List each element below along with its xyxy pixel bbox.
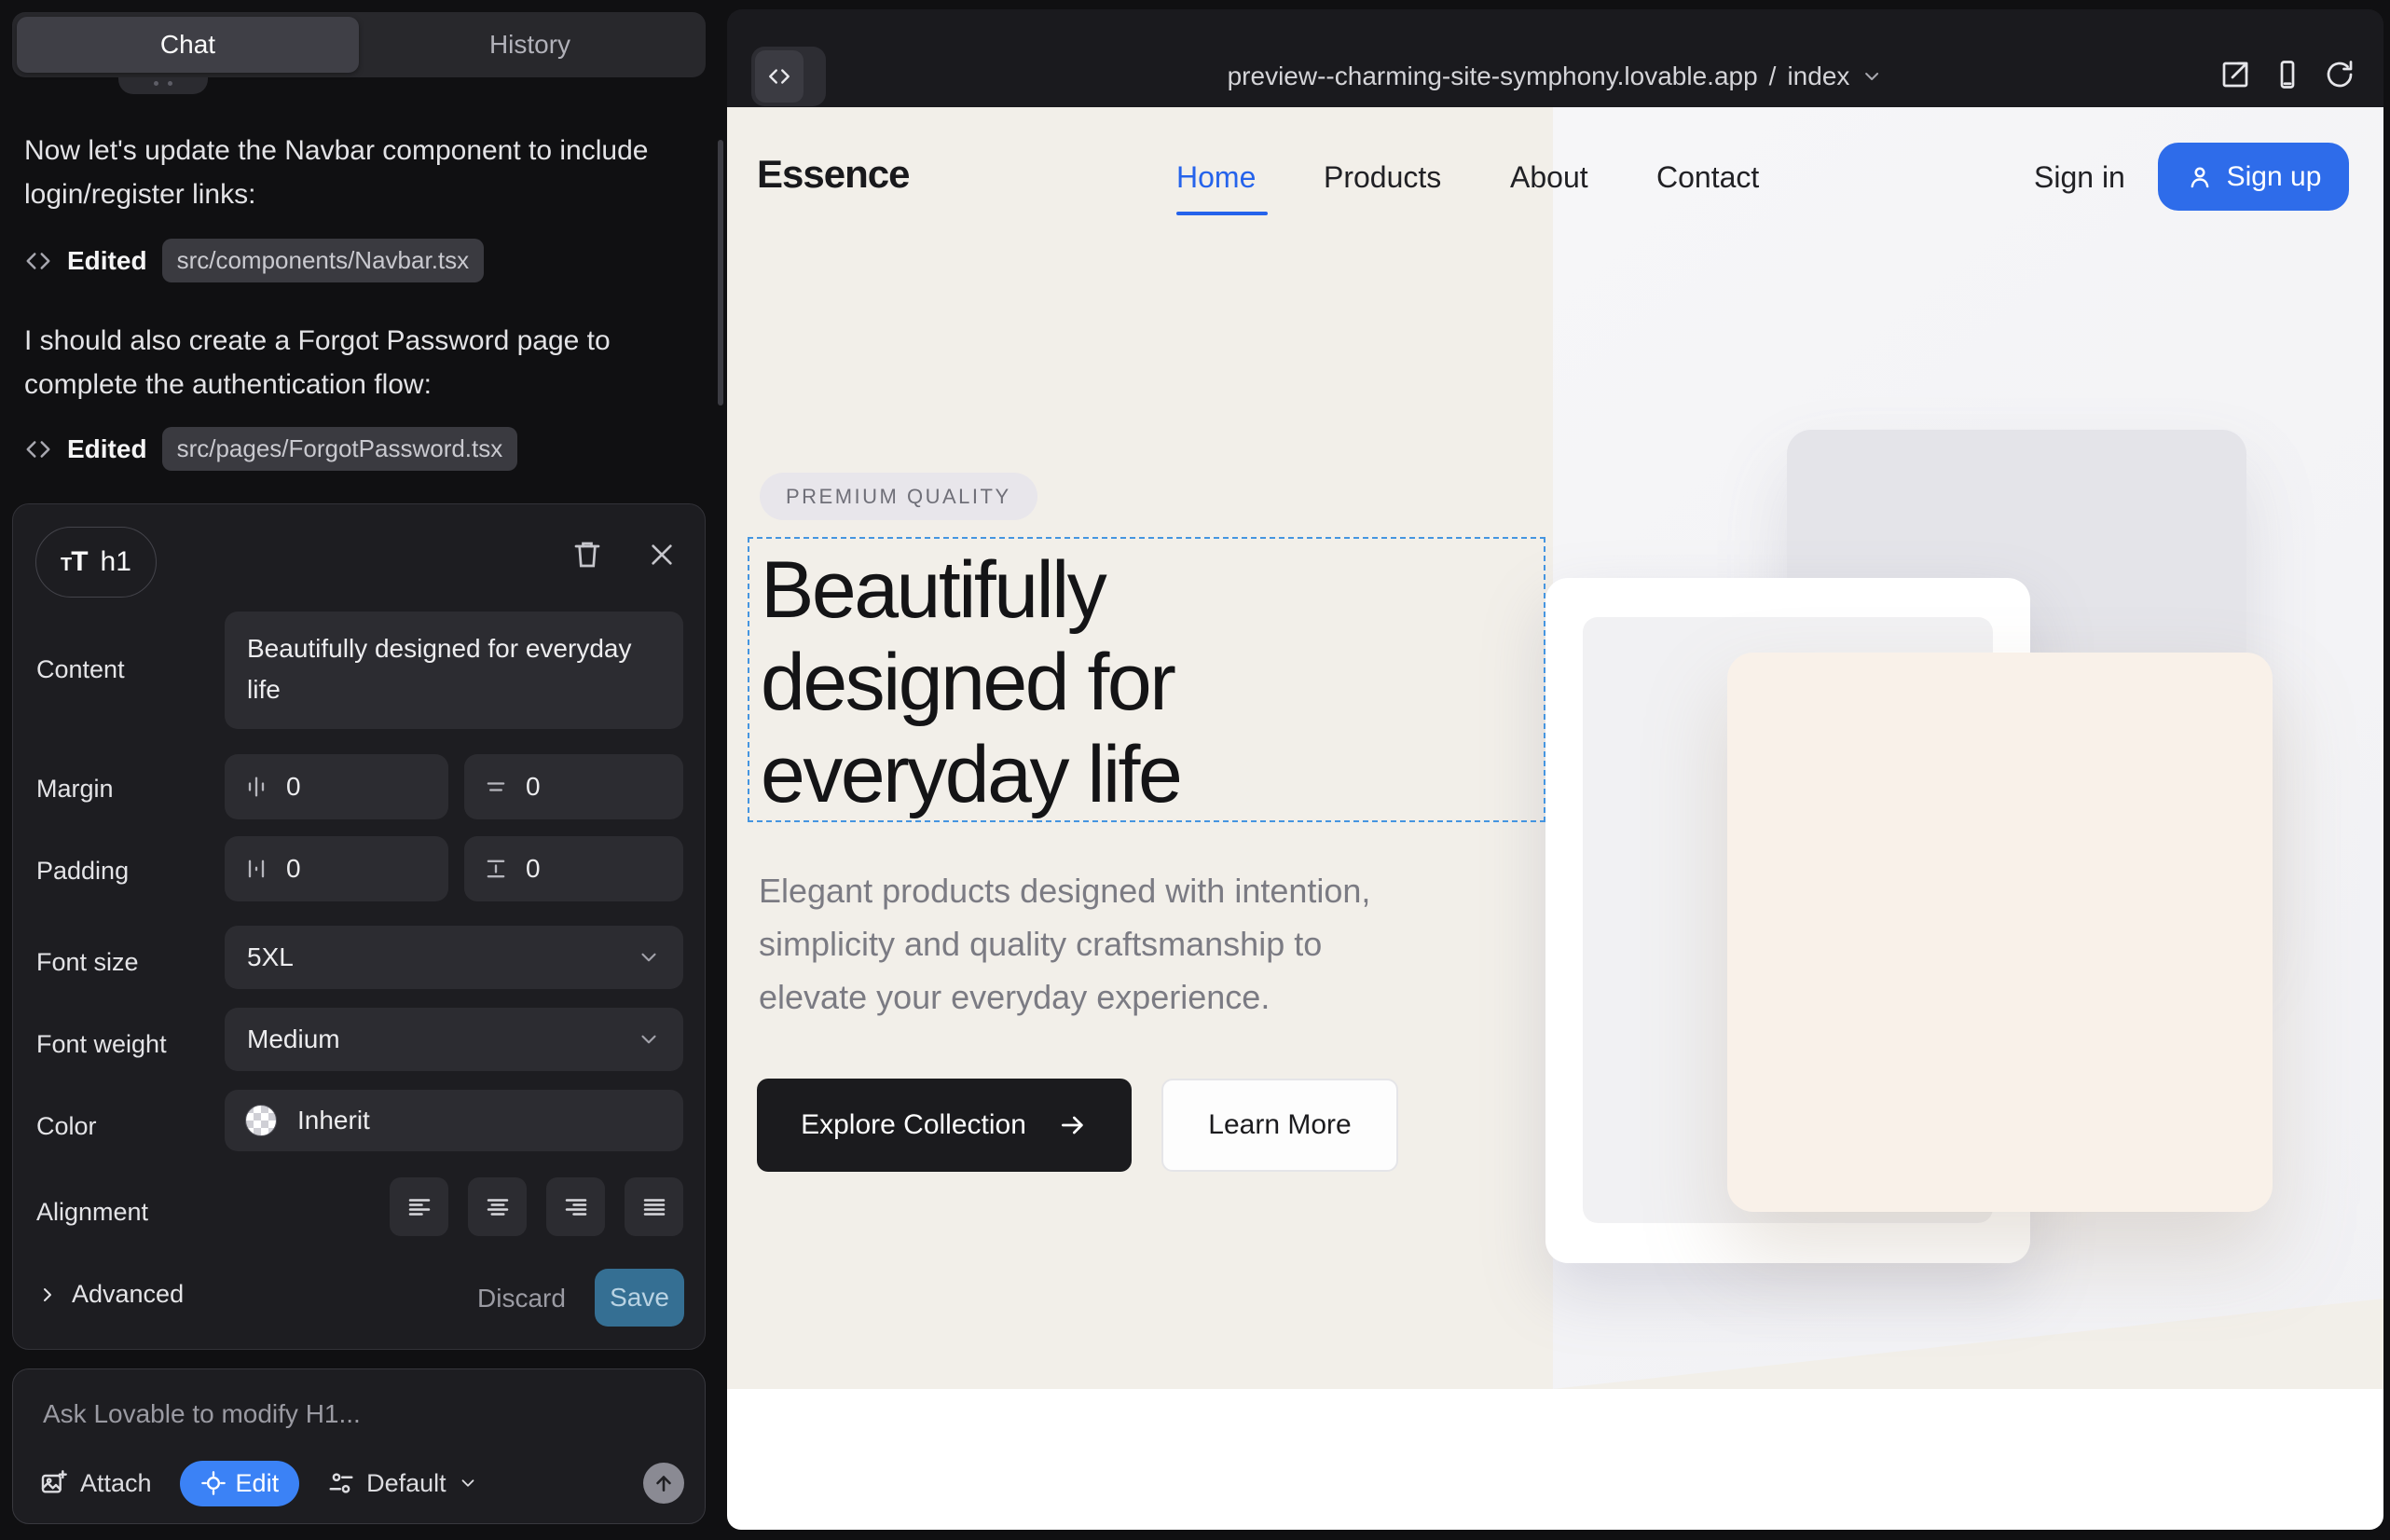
margin-horizontal-icon	[243, 774, 269, 800]
chat-message: I should also create a Forgot Password p…	[24, 319, 682, 406]
font-weight-field-label: Font weight	[36, 1030, 167, 1059]
advanced-toggle[interactable]: Advanced	[36, 1280, 184, 1309]
decor-card-front	[1727, 653, 2273, 1212]
align-center-button[interactable]	[468, 1177, 527, 1236]
alignment-field-label: Alignment	[36, 1198, 148, 1227]
edit-mode-chip[interactable]: Edit	[180, 1461, 300, 1506]
attach-button[interactable]: Attach	[39, 1468, 152, 1498]
chevron-down-icon	[637, 1027, 661, 1052]
chevron-down-icon	[458, 1473, 478, 1493]
color-field-label: Color	[36, 1112, 97, 1141]
content-field[interactable]: Beautifully designed for everyday life	[225, 612, 683, 729]
site-preview: Essence Home Products About Contact Sign…	[727, 107, 2383, 1530]
sign-in-link[interactable]: Sign in	[2034, 160, 2125, 195]
font-weight-select[interactable]: Medium	[225, 1008, 683, 1071]
hero-heading: Beautifully designed for everyday life	[749, 539, 1544, 821]
padding-horizontal-icon	[243, 856, 269, 882]
target-icon	[200, 1470, 227, 1496]
alignment-button-group	[390, 1177, 683, 1236]
nav-link-home[interactable]: Home	[1176, 160, 1256, 195]
nav-link-contact[interactable]: Contact	[1656, 160, 1759, 195]
margin-y-input[interactable]: 0	[464, 754, 683, 819]
hero-description: Elegant products designed with intention…	[759, 864, 1370, 1024]
site-navbar: Essence Home Products About Contact Sign…	[727, 152, 2383, 227]
preview-browser-pane: preview--charming-site-symphony.lovable.…	[727, 9, 2383, 1530]
mobile-preview-icon[interactable]	[2271, 58, 2304, 91]
sign-up-button[interactable]: Sign up	[2158, 143, 2349, 211]
margin-field-label: Margin	[36, 775, 114, 804]
refresh-icon[interactable]	[2323, 58, 2356, 91]
preview-url-selector[interactable]: preview--charming-site-symphony.lovable.…	[1228, 47, 1884, 106]
nav-link-about[interactable]: About	[1510, 160, 1588, 195]
preview-url: preview--charming-site-symphony.lovable.…	[1228, 62, 1758, 91]
premium-quality-badge: PREMIUM QUALITY	[760, 473, 1037, 520]
element-inspector-panel: TT h1 Content Beautifully designed for e…	[12, 503, 706, 1350]
chevron-down-icon	[637, 945, 661, 969]
close-panel-icon[interactable]	[647, 540, 677, 570]
chevron-down-icon	[1861, 65, 1883, 88]
arrow-up-icon	[652, 1471, 676, 1495]
tab-history[interactable]: History	[359, 17, 701, 73]
prompt-input[interactable]: Ask Lovable to modify H1...	[43, 1399, 361, 1429]
composer-toolbar: Attach Edit Default	[39, 1459, 684, 1507]
open-in-new-tab-icon[interactable]	[2218, 58, 2252, 91]
code-icon	[24, 435, 52, 463]
align-left-button[interactable]	[390, 1177, 448, 1236]
edited-file-pill[interactable]: src/components/Navbar.tsx	[162, 239, 485, 282]
margin-vertical-icon	[483, 774, 509, 800]
prompt-composer: Ask Lovable to modify H1... Attach Edit …	[12, 1368, 706, 1524]
sliders-icon	[327, 1469, 355, 1497]
edited-file-pill[interactable]: src/pages/ForgotPassword.tsx	[162, 427, 518, 471]
learn-more-button[interactable]: Learn More	[1161, 1079, 1398, 1172]
arrow-right-icon	[1058, 1110, 1088, 1140]
collapsed-message-pill	[118, 77, 208, 94]
nav-link-products[interactable]: Products	[1324, 160, 1441, 195]
delete-element-button[interactable]	[570, 538, 604, 571]
code-icon	[755, 50, 804, 103]
edited-label: Edited	[67, 246, 147, 276]
hero-section: Essence Home Products About Contact Sign…	[727, 107, 2383, 1389]
tab-chat[interactable]: Chat	[17, 17, 359, 73]
edited-label: Edited	[67, 434, 147, 464]
font-size-field-label: Font size	[36, 948, 139, 977]
type-icon: TT	[61, 546, 88, 578]
edited-file-row: Edited src/pages/ForgotPassword.tsx	[24, 427, 517, 471]
url-path-separator: /	[1769, 62, 1777, 91]
padding-x-input[interactable]: 0	[225, 836, 448, 901]
padding-field-label: Padding	[36, 857, 129, 886]
image-plus-icon	[39, 1468, 69, 1498]
font-size-select[interactable]: 5XL	[225, 926, 683, 989]
align-justify-button[interactable]	[625, 1177, 683, 1236]
send-button[interactable]	[643, 1463, 684, 1504]
element-tag: h1	[101, 546, 131, 578]
site-logo[interactable]: Essence	[757, 152, 909, 197]
edited-file-row: Edited src/components/Navbar.tsx	[24, 239, 484, 282]
padding-vertical-icon	[483, 856, 509, 882]
selected-h1-element[interactable]: Beautifully designed for everyday life	[748, 537, 1545, 822]
code-view-toggle[interactable]	[751, 47, 826, 106]
user-icon	[2186, 163, 2214, 191]
transparent-color-swatch	[245, 1105, 277, 1136]
selected-element-chip[interactable]: TT h1	[35, 527, 157, 598]
mode-select[interactable]: Default	[327, 1469, 478, 1498]
explore-collection-button[interactable]: Explore Collection	[757, 1079, 1132, 1172]
content-field-label: Content	[36, 655, 125, 684]
discard-button[interactable]: Discard	[477, 1284, 566, 1313]
chat-scrollbar[interactable]	[718, 140, 723, 406]
chevron-right-icon	[36, 1284, 59, 1306]
chat-message: Now let's update the Navbar component to…	[24, 129, 682, 216]
margin-x-input[interactable]: 0	[225, 754, 448, 819]
preview-page: index	[1787, 62, 1849, 91]
align-right-button[interactable]	[546, 1177, 605, 1236]
code-icon	[24, 247, 52, 275]
color-picker-field[interactable]: Inherit	[225, 1090, 683, 1151]
save-button[interactable]: Save	[595, 1269, 684, 1327]
padding-y-input[interactable]: 0	[464, 836, 683, 901]
active-nav-underline	[1176, 212, 1268, 215]
chat-history-tabs: Chat History	[12, 12, 706, 77]
